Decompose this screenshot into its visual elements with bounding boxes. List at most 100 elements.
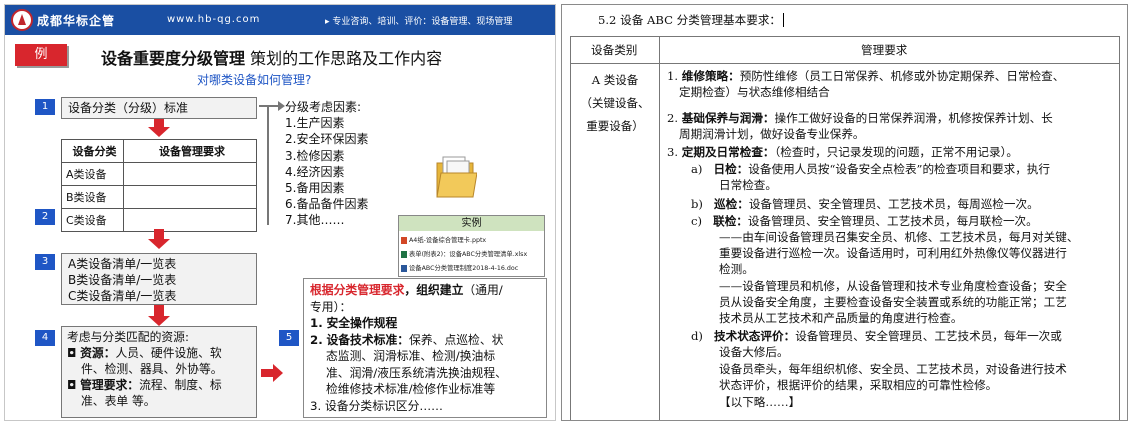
item-label: 基础保养与润滑：: [681, 111, 775, 125]
pptx-file-icon: [401, 236, 407, 244]
red-emphasis-text: 根据分类管理要求: [310, 283, 405, 297]
example-file-item[interactable]: 设备ABC分类管理制度2018-4-16.doc: [401, 263, 518, 272]
folder-icon: [436, 156, 477, 198]
item-text: 设备使用人员按“设备安全点检表”的检查项目和要求，执行: [748, 162, 1050, 176]
gray-arrow-right-icon: [259, 101, 285, 111]
requirement-line: 周期润滑计划，做好设备专业保养。: [679, 127, 865, 141]
gray-bracket-line: [267, 105, 269, 225]
org-tail: （通用/: [463, 283, 503, 297]
item-2-text-cont: 检维修技术标准/检修作业标准等: [326, 382, 496, 396]
organize-standards-box: 根据分类管理要求，组织建立（通用/ 专用）： 1. 安全操作规程 2. 设备技术…: [303, 278, 547, 418]
org-tail-2: 专用）：: [310, 299, 352, 314]
requirement-line: 设备大修后。: [719, 345, 789, 359]
item-number: 2.: [667, 111, 679, 125]
xlsx-file-icon: [401, 250, 407, 258]
item-label: 定期及日常检查：: [681, 145, 775, 159]
table-cell: C类设备: [61, 208, 124, 232]
document-page: 5.2 设备 ABC 分类管理基本要求： 设备类别 管理要求 A 类设备 （关键设…: [561, 4, 1128, 421]
item-2-label: 设备技术标准：: [326, 332, 410, 347]
table-cell: [123, 208, 257, 232]
requirement-line: 状态评价，根据评价的结果，采取相应的可靠性检修。: [719, 378, 998, 392]
slide-title: 设备重要度分级管理 策划的工作思路及工作内容: [101, 45, 442, 69]
item-1-text: 安全操作规程: [326, 316, 398, 330]
resource-text: 流程、制度、标: [139, 378, 222, 392]
list-item: 2.安全环保因素: [285, 132, 369, 147]
item-label: 维修策略：: [681, 69, 740, 83]
item-text: 设备管理员、安全管理员、工艺技术员，每月联检一次。: [747, 214, 1038, 228]
list-item: A类设备清单/一览表: [68, 257, 177, 271]
file-name: A4纸-设备综合管理卡.pptx: [409, 237, 487, 244]
example-files-title: 实例: [399, 216, 544, 231]
checkbox-icon: ◘: [67, 346, 81, 360]
table-row-divider: [571, 63, 1119, 64]
table-header-requirement: 设备管理要求: [123, 139, 257, 163]
step-2-badge: 2: [35, 209, 55, 225]
file-name: 设备ABC分类管理制度2018-4-16.doc: [409, 265, 519, 272]
item-2-text-cont: 态监测、润滑标准、检测/换油标: [326, 349, 496, 363]
grading-factors-list: 分级考虑因素: 1.生产因素 2.安全环保因素 3.检修因素 4.经济因素 5.备用因素 6…: [285, 99, 368, 229]
item-text: 设备管理员、安全管理员、工艺技术员，每周巡检一次。: [748, 197, 1039, 211]
company-website: www.hb-qg.com: [167, 14, 261, 25]
requirements-table: 设备类别 管理要求 A 类设备 （关键设备、 重要设备） 1. 维修策略：预防性维修…: [570, 36, 1120, 420]
item-text: 预防性维修（员工日常保养、机修或外协定期保养、日常检查、: [739, 69, 1065, 83]
requirement-line: 检测。: [719, 262, 754, 276]
red-right-arrow-icon: [261, 364, 283, 382]
sub-item-marker: a): [691, 162, 703, 176]
requirement-line: 员从设备安全角度，主要检查设备安全装置或系统的功能正常；工艺: [719, 295, 1067, 309]
doc-file-icon: [401, 264, 407, 272]
step-5-badge: 5: [279, 330, 299, 346]
resource-item: ◘ 管理要求：流程、制度、标: [67, 377, 251, 393]
org-text: ，组织建立: [404, 283, 464, 297]
equipment-list-box: A类设备清单/一览表 B类设备清单/一览表 C类设备清单/一览表: [61, 253, 257, 305]
slide-title-rest: 策划的工作思路及工作内容: [245, 49, 443, 68]
resource-label: 管理要求：: [80, 378, 140, 392]
resource-item: ◘ 资源：人员、硬件设施、软: [67, 345, 251, 361]
table-header-category: 设备类别: [591, 43, 638, 57]
sub-item-marker: c): [691, 214, 703, 228]
list-item: 6.备品备件因素: [285, 197, 369, 212]
table-cell: [123, 185, 257, 209]
classification-table: 设备分类 设备管理要求 A类设备 B类设备 C类设备: [61, 139, 257, 232]
slide-panel: 成都华标企管 www.hb-qg.com ▸ 专业咨询、培训、评价：设备管理、现…: [4, 4, 556, 421]
checkbox-icon: ◘: [67, 378, 81, 392]
classification-standard-box: 设备分类（分级）标准: [61, 97, 257, 119]
table-header-requirement: 管理要求: [861, 43, 908, 57]
table-cell: [123, 162, 257, 186]
slide-title-bold: 设备重要度分级管理: [101, 49, 246, 68]
resource-label: 资源：: [80, 346, 116, 360]
grading-factors-heading: 分级考虑因素:: [285, 100, 362, 114]
step-4-badge: 4: [35, 330, 55, 346]
red-down-arrow-icon: [148, 229, 170, 249]
slide-subtitle: 对哪类设备如何管理?: [197, 73, 312, 87]
text-cursor: [783, 13, 788, 27]
requirement-line: 重要设备进行巡检一次。设备适用时，可利用红外热像仪等仪器进行: [719, 246, 1067, 260]
section-heading: 5.2 设备 ABC 分类管理基本要求：: [598, 12, 788, 28]
category-a-line: （关键设备、: [580, 96, 650, 110]
step-1-badge: 1: [35, 99, 55, 115]
item-number: 1.: [310, 316, 323, 330]
item-label: 日检：: [713, 162, 749, 176]
requirement-line: 2. 基础保养与润滑：操作工做好设备的日常保养润滑，机修按保养计划、长: [667, 111, 1053, 127]
example-file-item[interactable]: A4纸-设备综合管理卡.pptx: [401, 235, 486, 244]
company-logo-icon: [11, 9, 33, 31]
table-column-divider: [659, 37, 660, 420]
item-2-text-cont: 准、润滑/液压系统清洗换油规程、: [326, 365, 507, 380]
company-name: 成都华标企管: [37, 14, 116, 28]
table-row: B类设备: [61, 185, 257, 209]
example-files-box: 实例 A4纸-设备综合管理卡.pptx 表单(附表2)：设备ABC分类管理清单.…: [398, 215, 545, 277]
requirement-line: d) 技术状态评价：设备管理员、安全管理员、工艺技术员，每年一次或: [691, 329, 1062, 345]
item-label: 技术状态评价：: [714, 329, 796, 343]
slide-header-bar: 成都华标企管 www.hb-qg.com ▸ 专业咨询、培训、评价：设备管理、现…: [5, 5, 555, 35]
item-3-text: 3. 设备分类标识区分……: [310, 398, 443, 413]
section-heading-text: 5.2 设备 ABC 分类管理基本要求：: [598, 13, 782, 27]
requirement-line: b) 巡检：设备管理员、安全管理员、工艺技术员，每周巡检一次。: [691, 197, 1039, 213]
item-2-text: 保养、点巡检、状: [409, 332, 504, 347]
item-text: （检查时，只记录发现的问题，正常不用记录）。: [774, 145, 1018, 159]
example-file-item[interactable]: 表单(附表2)：设备ABC分类管理清单.xlsx: [401, 249, 527, 258]
table-row: A类设备: [61, 162, 257, 186]
resource-text-cont: 件、检测、器具、外协等。: [81, 362, 223, 376]
requirement-line: c) 联检：设备管理员、安全管理员、工艺技术员，每月联检一次。: [691, 214, 1038, 230]
item-number: 1.: [667, 69, 679, 83]
category-a-cell: A 类设备 （关键设备、 重要设备）: [571, 69, 659, 138]
list-item: 1.生产因素: [285, 116, 345, 131]
